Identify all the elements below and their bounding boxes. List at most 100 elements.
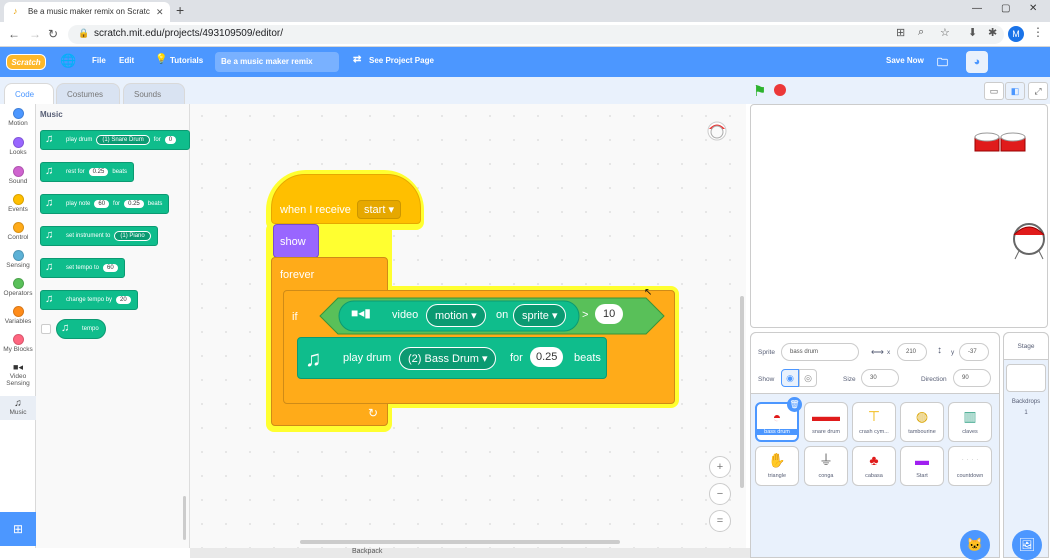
- forward-icon[interactable]: →: [29, 27, 41, 41]
- direction-input[interactable]: 90: [953, 369, 991, 387]
- sprite-thumb-start[interactable]: ▬ Start: [900, 446, 944, 486]
- size-input[interactable]: 30: [861, 369, 899, 387]
- tutorials-menu[interactable]: Tutorials: [170, 56, 203, 65]
- profile-avatar[interactable]: M: [1008, 26, 1024, 42]
- category-my-blocks[interactable]: My Blocks: [0, 334, 36, 353]
- palette-tempo-reporter[interactable]: ♫ tempo: [56, 319, 106, 339]
- extension-icon[interactable]: ⬇: [968, 26, 977, 39]
- stop-icon[interactable]: [774, 84, 786, 96]
- drum-dropdown[interactable]: (2) Bass Drum ▾: [399, 347, 497, 370]
- reload-icon[interactable]: ↻: [48, 27, 58, 41]
- browser-tab[interactable]: ♪ Be a music maker remix on Scratc ✕: [4, 2, 170, 22]
- stage-thumbnail[interactable]: [1006, 364, 1046, 392]
- tab-sounds[interactable]: Sounds: [123, 83, 185, 104]
- workspace-vertical-scrollbar[interactable]: [740, 296, 744, 488]
- category-music[interactable]: ♫ Music: [0, 396, 36, 420]
- sprite-name-input[interactable]: bass drum: [781, 343, 859, 361]
- small-stage-button[interactable]: ▭: [984, 82, 1004, 100]
- x-input[interactable]: 210: [897, 343, 927, 361]
- sprite-thumb-cabasa[interactable]: ♣ cabasa: [852, 446, 896, 486]
- zoom-icon[interactable]: ⌕: [918, 26, 924, 39]
- new-tab-button[interactable]: +: [176, 2, 184, 18]
- sprite-dropdown[interactable]: sprite ▾: [513, 304, 567, 327]
- category-control[interactable]: Control: [0, 222, 36, 241]
- palette-set-tempo-block[interactable]: ♫ set tempo to 60: [40, 258, 125, 278]
- drum-dropdown[interactable]: (1) Snare Drum: [96, 135, 150, 145]
- instrument-dropdown[interactable]: (1) Piano: [114, 231, 151, 241]
- zoom-reset-button[interactable]: =: [709, 510, 731, 532]
- category-operators[interactable]: Operators: [0, 278, 36, 297]
- url-bar[interactable]: 🔒 scratch.mit.edu/projects/493109509/edi…: [68, 25, 1004, 44]
- scratch-logo[interactable]: Scratch: [6, 54, 46, 70]
- sprite-thumb-triangle[interactable]: ✋ triangle: [755, 446, 799, 486]
- close-window-icon[interactable]: ✕: [1029, 3, 1037, 14]
- show-block[interactable]: show: [273, 224, 319, 258]
- close-tab-icon[interactable]: ✕: [156, 7, 164, 18]
- green-flag-icon[interactable]: ⚑: [753, 82, 766, 100]
- choose-backdrop-button[interactable]: 🖼: [1012, 530, 1042, 560]
- palette-set-instrument-block[interactable]: ♫ set instrument to (1) Piano: [40, 226, 158, 246]
- sprite-thumb-snare-drum[interactable]: ▬▬ snare drum: [804, 402, 848, 442]
- bass-drum-sprite[interactable]: [1011, 221, 1047, 261]
- rest-beats-input[interactable]: 0.25: [88, 168, 109, 176]
- stage-canvas[interactable]: [750, 104, 1048, 328]
- hide-icon[interactable]: ◎: [799, 369, 817, 387]
- backpack-bar[interactable]: Backpack: [190, 548, 750, 558]
- project-title-field[interactable]: Be a music maker remix: [215, 52, 339, 72]
- account-avatar[interactable]: ◕: [966, 51, 988, 73]
- tempo-input[interactable]: 60: [103, 264, 118, 272]
- beats-input[interactable]: 0: [164, 136, 177, 144]
- zoom-in-button[interactable]: +: [709, 456, 731, 478]
- palette-play-note-block[interactable]: ♫ play note 60 for 0.25 beats: [40, 194, 170, 214]
- add-extension-button[interactable]: ⊞: [0, 512, 36, 546]
- sprite-thumb-tambourine[interactable]: ◍ tambourine: [900, 402, 944, 442]
- threshold-input[interactable]: 10: [595, 304, 624, 324]
- category-variables[interactable]: Variables: [0, 306, 36, 325]
- sprite-thumb-claves[interactable]: ▥ claves: [948, 402, 992, 442]
- choose-sprite-button[interactable]: 🐱: [960, 530, 990, 560]
- edit-menu[interactable]: Edit: [119, 56, 134, 65]
- when-i-receive-hat-block[interactable]: when I receive start ▾: [271, 174, 421, 224]
- puzzle-icon[interactable]: ✱: [988, 26, 997, 39]
- workspace-horizontal-scrollbar[interactable]: [300, 540, 620, 544]
- category-events[interactable]: Events: [0, 194, 36, 213]
- zoom-out-button[interactable]: −: [709, 483, 731, 505]
- category-sensing[interactable]: Sensing: [0, 250, 36, 269]
- category-motion[interactable]: Motion: [0, 108, 36, 127]
- snare-drum-sprite[interactable]: [973, 131, 1029, 153]
- tempo-monitor-checkbox[interactable]: [41, 324, 51, 334]
- fullscreen-button[interactable]: ⤢: [1028, 82, 1048, 100]
- message-dropdown[interactable]: start ▾: [357, 200, 401, 219]
- browser-menu-icon[interactable]: ⋮: [1032, 25, 1044, 39]
- palette-play-drum-block[interactable]: ♫ play drum (1) Snare Drum for 0: [40, 130, 190, 150]
- tab-code[interactable]: Code: [4, 83, 54, 104]
- beats-input[interactable]: 0.25: [530, 347, 564, 367]
- maximize-icon[interactable]: ▢: [1001, 3, 1010, 14]
- show-visible-icon[interactable]: ◉: [781, 369, 799, 387]
- minimize-icon[interactable]: —: [972, 3, 982, 14]
- see-project-page-button[interactable]: See Project Page: [369, 56, 434, 65]
- category-sound[interactable]: Sound: [0, 166, 36, 185]
- file-menu[interactable]: File: [92, 56, 106, 65]
- play-drum-block[interactable]: ♫ play drum (2) Bass Drum ▾ for 0.25 bea…: [297, 337, 607, 379]
- category-video-sensing[interactable]: ■◂ Video Sensing: [0, 362, 36, 387]
- sprite-thumb-crash-cymbal[interactable]: ⊤ crash cym...: [852, 402, 896, 442]
- translate-icon[interactable]: ⊞: [896, 26, 905, 39]
- motion-dropdown[interactable]: motion ▾: [426, 304, 486, 327]
- palette-rest-for-block[interactable]: ♫ rest for 0.25 beats: [40, 162, 135, 182]
- my-stuff-folder-icon[interactable]: 🗀: [937, 54, 948, 73]
- note-input[interactable]: 60: [94, 200, 110, 208]
- globe-language-icon[interactable]: 🌐: [60, 53, 76, 69]
- palette-change-tempo-block[interactable]: ♫ change tempo by 20: [40, 290, 138, 310]
- save-now-button[interactable]: Save Now: [886, 56, 924, 65]
- normal-stage-button[interactable]: ◧: [1005, 82, 1025, 100]
- sprite-thumb-countdown[interactable]: · · · · countdown: [948, 446, 992, 486]
- tempo-change-input[interactable]: 20: [116, 296, 131, 304]
- tab-costumes[interactable]: Costumes: [56, 83, 120, 104]
- note-beats-input[interactable]: 0.25: [124, 200, 144, 208]
- category-looks[interactable]: Looks: [0, 137, 36, 156]
- sprite-thumb-conga[interactable]: ⏚ conga: [804, 446, 848, 486]
- back-icon[interactable]: ←: [8, 27, 20, 41]
- delete-sprite-icon[interactable]: 🗑: [787, 397, 802, 412]
- bookmark-star-icon[interactable]: ☆: [940, 26, 950, 39]
